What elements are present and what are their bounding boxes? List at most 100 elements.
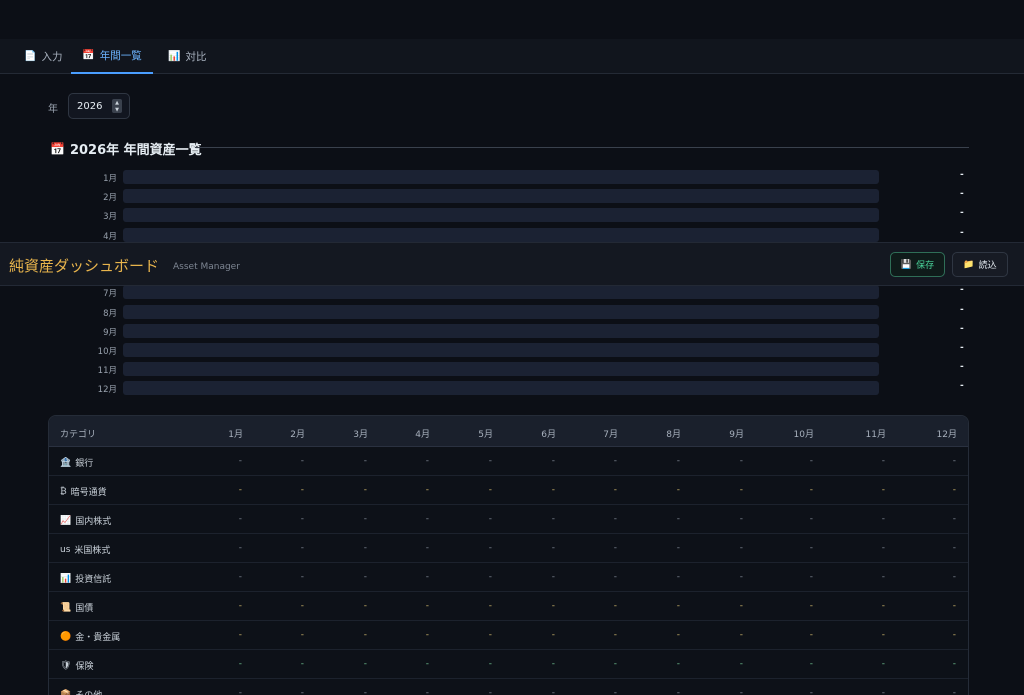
value-cell: - — [488, 456, 492, 466]
column-header-month: 11月 — [865, 430, 886, 440]
category-icon: 📊 — [60, 573, 72, 584]
value-cell: - — [363, 543, 367, 553]
value-cell: - — [363, 485, 367, 495]
value-cell: - — [613, 688, 617, 695]
value-cell: - — [300, 572, 304, 582]
tab-comparison[interactable]: 📊 対比 — [168, 39, 206, 74]
chevron-down-icon[interactable]: ▼ — [115, 107, 119, 113]
month-bar-row: 10月 - — [90, 343, 970, 357]
value-cell: - — [425, 630, 429, 640]
column-header-month: 12月 — [936, 430, 957, 440]
calendar-icon: 📅 — [50, 141, 65, 156]
value-cell: - — [613, 572, 617, 582]
value-cell: - — [952, 572, 956, 582]
value-cell: - — [238, 485, 242, 495]
month-label: 12月 — [97, 385, 117, 395]
category-icon: us — [60, 544, 71, 555]
save-label: 保存 — [916, 261, 935, 271]
value-cell: - — [238, 572, 242, 582]
value-cell: - — [238, 630, 242, 640]
table-row: ₿ 暗号通貨 - - - - - - - - - - - - — [49, 476, 968, 505]
value-cell: - — [952, 485, 956, 495]
load-button[interactable]: 📁 読込 — [952, 252, 1008, 277]
month-value: - — [960, 170, 964, 180]
chevron-up-icon[interactable]: ▲ — [115, 100, 119, 106]
year-stepper[interactable]: ▲ ▼ — [112, 99, 122, 113]
value-cell: - — [425, 572, 429, 582]
value-cell: - — [952, 601, 956, 611]
month-bar — [123, 362, 879, 376]
year-input[interactable]: 2026 ▲ ▼ — [68, 93, 130, 119]
category-name: 国債 — [75, 604, 94, 614]
value-cell: - — [676, 485, 680, 495]
value-cell: - — [739, 601, 743, 611]
value-cell: - — [425, 514, 429, 524]
value-cell: - — [488, 572, 492, 582]
value-cell: - — [809, 572, 813, 582]
value-cell: - — [676, 659, 680, 669]
value-cell: - — [809, 485, 813, 495]
value-cell: - — [952, 630, 956, 640]
value-cell: - — [881, 630, 885, 640]
app-title: 純資産ダッシュボード — [9, 257, 160, 275]
value-cell: - — [425, 601, 429, 611]
month-value: - — [960, 208, 964, 218]
value-cell: - — [488, 543, 492, 553]
value-cell: - — [488, 688, 492, 695]
column-header-month: 3月 — [353, 430, 368, 440]
value-cell: - — [425, 688, 429, 695]
category-cell: 📜 国債 — [60, 601, 94, 615]
value-cell: - — [363, 456, 367, 466]
category-cell: 📊 投資信託 — [60, 572, 112, 586]
column-header-month: 5月 — [478, 430, 493, 440]
value-cell: - — [809, 688, 813, 695]
column-header-month: 4月 — [415, 430, 430, 440]
tab-input[interactable]: 📄 入力 — [24, 39, 62, 74]
value-cell: - — [809, 543, 813, 553]
month-bar-row: 8月 - — [90, 305, 970, 319]
category-icon: 📈 — [60, 515, 72, 526]
value-cell: - — [238, 514, 242, 524]
value-cell: - — [676, 514, 680, 524]
bar-chart-icon: 📊 — [168, 51, 181, 62]
folder-icon: 📁 — [963, 259, 975, 270]
section-divider — [195, 147, 969, 148]
value-cell: - — [739, 514, 743, 524]
value-cell: - — [952, 543, 956, 553]
value-cell: - — [881, 485, 885, 495]
column-header-month: 10月 — [793, 430, 814, 440]
month-value: - — [960, 189, 964, 199]
year-value: 2026 — [77, 101, 103, 112]
value-cell: - — [551, 514, 555, 524]
month-bar-row: 11月 - — [90, 362, 970, 376]
table-row: 🟠 金・貴金属 - - - - - - - - - - - - — [49, 621, 968, 650]
category-name: その他 — [75, 688, 102, 695]
month-value: - — [960, 381, 964, 391]
value-cell: - — [676, 601, 680, 611]
app-header: 純資産ダッシュボード Asset Manager 💾 保存 📁 読込 — [0, 242, 1024, 286]
value-cell: - — [300, 543, 304, 553]
value-cell: - — [551, 688, 555, 695]
category-name: 金・貴金属 — [75, 633, 121, 643]
month-bar — [123, 343, 879, 357]
value-cell: - — [300, 688, 304, 695]
tab-yearly-overview[interactable]: 📅 年間一覧 — [71, 39, 153, 74]
column-header-month: 6月 — [541, 430, 556, 440]
value-cell: - — [809, 514, 813, 524]
value-cell: - — [881, 514, 885, 524]
month-label: 3月 — [103, 212, 117, 222]
value-cell: - — [739, 630, 743, 640]
month-bar-row: 4月 - — [90, 228, 970, 242]
value-cell: - — [809, 659, 813, 669]
value-cell: - — [739, 456, 743, 466]
value-cell: - — [363, 630, 367, 640]
value-cell: - — [952, 688, 956, 695]
table-row: us 米国株式 - - - - - - - - - - - - — [49, 534, 968, 563]
save-button[interactable]: 💾 保存 — [890, 252, 945, 277]
category-name: 投資信託 — [75, 575, 112, 585]
category-cell: us 米国株式 — [60, 543, 110, 557]
category-name: 国内株式 — [75, 517, 112, 527]
value-cell: - — [613, 601, 617, 611]
value-cell: - — [551, 659, 555, 669]
value-cell: - — [676, 456, 680, 466]
